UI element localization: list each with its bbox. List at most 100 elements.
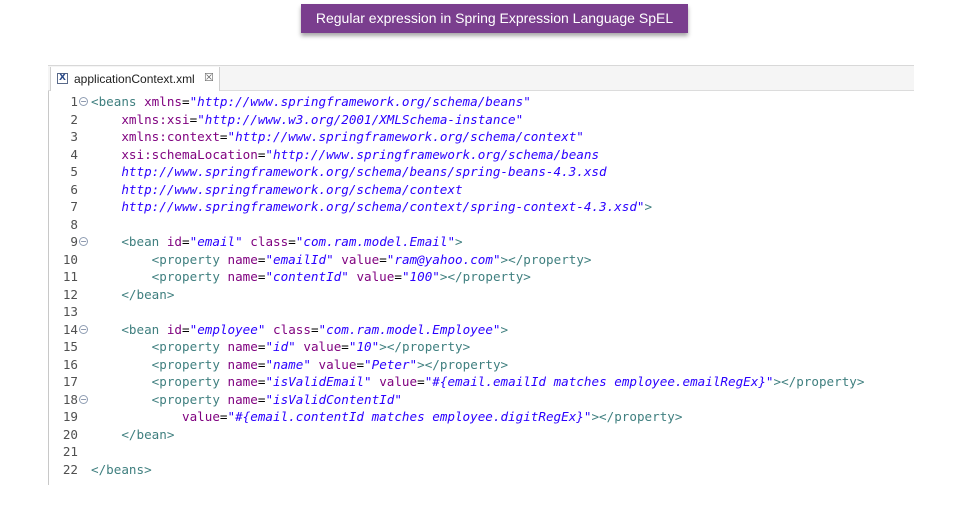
- code-text: <bean id="employee" class="com.ram.model…: [91, 321, 508, 339]
- code-line[interactable]: 20 </bean>: [48, 426, 914, 444]
- code-token: <property: [151, 356, 228, 372]
- line-number: 17: [62, 374, 78, 389]
- fold-toggle-icon[interactable]: −: [79, 237, 88, 246]
- code-text: <property name="emailId" value="ram@yaho…: [91, 251, 592, 269]
- code-line[interactable]: 11 <property name="contentId" value="100…: [48, 268, 914, 286]
- code-token: =: [310, 321, 319, 337]
- code-token: value: [379, 374, 418, 389]
- code-text: <bean id="email" class="com.ram.model.Em…: [91, 233, 463, 251]
- code-text: <property name="isValidContentId": [91, 391, 402, 409]
- fold-toggle-icon[interactable]: −: [79, 97, 88, 106]
- code-token: id: [166, 234, 183, 249]
- fold-toggle-icon[interactable]: −: [79, 394, 88, 404]
- code-line[interactable]: 18− <property name="isValidContentId": [48, 391, 914, 409]
- fold-toggle-icon[interactable]: −: [79, 324, 88, 334]
- code-line[interactable]: 17 <property name="isValidEmail" value="…: [48, 373, 914, 391]
- tab-label: applicationContext.xml: [74, 72, 195, 86]
- code-line[interactable]: 16 <property name="name" value="Peter"><…: [48, 356, 914, 374]
- code-line[interactable]: 21: [48, 443, 914, 461]
- code-token: "id": [265, 339, 296, 354]
- code-token: <bean: [121, 234, 167, 249]
- code-token: class: [273, 321, 311, 337]
- line-number: 16: [62, 356, 78, 372]
- code-token: name: [227, 391, 258, 407]
- code-line[interactable]: 15 <property name="id" value="10"></prop…: [48, 338, 914, 356]
- code-token: =: [341, 339, 349, 354]
- code-line[interactable]: 12 </bean>: [48, 286, 914, 304]
- code-token: </beans>: [91, 461, 152, 477]
- code-text: <beans xmlns="http://www.springframework…: [91, 93, 531, 111]
- code-line[interactable]: 1− <beans xmlns="http://www.springframewo…: [48, 93, 914, 111]
- code-token: "contentId": [265, 269, 349, 284]
- code-token: <property: [151, 374, 228, 389]
- line-number: 4: [70, 146, 78, 162]
- line-number: 1: [70, 94, 78, 109]
- code-line[interactable]: 9− <bean id="email" class="com.ram.model…: [48, 233, 914, 251]
- line-number: 9: [70, 234, 78, 249]
- code-token: =: [288, 234, 296, 249]
- code-token: value: [303, 339, 342, 354]
- code-token: <property: [151, 251, 228, 267]
- code-line[interactable]: 5 http://www.springframework.org/schema/…: [48, 163, 914, 181]
- code-token: "http://www.springframework.org/schema/b…: [265, 146, 600, 162]
- code-line[interactable]: 7 http://www.springframework.org/schema/…: [48, 198, 914, 216]
- code-line[interactable]: 3 xmlns:context="http://www.springframew…: [48, 128, 914, 146]
- line-number: 5: [70, 164, 78, 179]
- code-token: >: [644, 199, 653, 214]
- code-token: <property: [151, 391, 228, 407]
- line-number: 2: [70, 111, 78, 127]
- tab-application-context[interactable]: X applicationContext.xml ☒: [50, 67, 220, 91]
- code-line[interactable]: 4 xsi:schemaLocation="http://www.springf…: [48, 146, 914, 164]
- code-area[interactable]: 1− <beans xmlns="http://www.springframewo…: [48, 93, 914, 478]
- code-token: =: [182, 321, 190, 337]
- code-token: ></property>: [379, 339, 471, 354]
- code-line[interactable]: 14− <bean id="employee" class="com.ram.m…: [48, 321, 914, 339]
- code-token: "isValidContentId": [265, 391, 402, 407]
- code-token: "http://www.springframework.org/schema/c…: [227, 129, 584, 144]
- code-token: value: [182, 409, 220, 424]
- code-token: =: [182, 234, 190, 249]
- code-line[interactable]: 22 </beans>: [48, 461, 914, 479]
- code-text: <property name="name" value="Peter"></pr…: [91, 356, 508, 374]
- code-token: >: [500, 321, 509, 337]
- code-text: xsi:schemaLocation="http://www.springfra…: [91, 146, 599, 164]
- code-line[interactable]: 10 <property name="emailId" value="ram@y…: [48, 251, 914, 269]
- line-number: 6: [70, 181, 78, 197]
- code-editor[interactable]: X applicationContext.xml ☒ 1− <beans xmln…: [48, 65, 914, 485]
- code-text: <property name="id" value="10"></propert…: [91, 338, 471, 356]
- code-token: "isValidEmail": [265, 374, 372, 389]
- code-token: <property: [151, 339, 228, 354]
- code-token: =: [417, 374, 425, 389]
- line-number: 3: [70, 129, 78, 144]
- code-token: "emailId": [265, 251, 334, 267]
- code-line[interactable]: 6 http://www.springframework.org/schema/…: [48, 181, 914, 199]
- code-token: ></property>: [773, 374, 865, 389]
- code-token: xmlns: [144, 94, 182, 109]
- code-token: xmlns:context: [121, 129, 220, 144]
- line-number: 7: [70, 199, 78, 214]
- code-line[interactable]: 2 xmlns:xsi="http://www.w3.org/2001/XMLS…: [48, 111, 914, 129]
- code-token: http://www.springframework.org/schema/co…: [91, 181, 463, 197]
- code-token: =: [182, 94, 190, 109]
- code-token: =: [379, 251, 387, 267]
- code-token: name: [227, 269, 258, 284]
- code-token: >: [455, 234, 463, 249]
- code-line[interactable]: 13: [48, 303, 914, 321]
- code-text: value="#{email.contentId matches employe…: [91, 408, 682, 426]
- code-line[interactable]: 19 value="#{email.contentId matches empl…: [48, 408, 914, 426]
- close-icon[interactable]: ☒: [204, 71, 214, 84]
- code-line[interactable]: 8: [48, 216, 914, 234]
